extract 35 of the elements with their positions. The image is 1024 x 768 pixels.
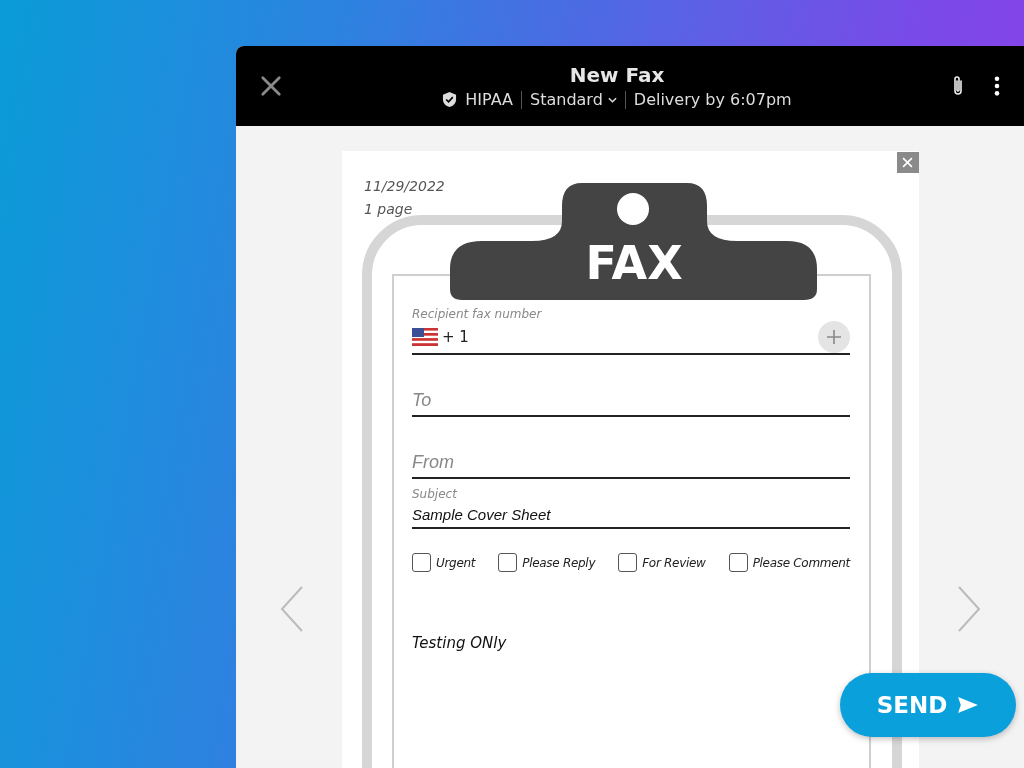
fax-title: FAX — [585, 236, 683, 290]
page-count: 1 page — [364, 200, 413, 219]
option-label: Urgent — [436, 555, 476, 570]
close-icon[interactable] — [260, 75, 282, 97]
flag-icon — [412, 328, 438, 346]
close-icon — [902, 157, 913, 168]
text-field[interactable]: From — [412, 447, 850, 479]
checkbox[interactable] — [498, 553, 518, 572]
remove-cover-button[interactable] — [897, 152, 919, 173]
more-icon[interactable] — [994, 75, 1000, 97]
fax-number-field[interactable]: + 1 — [412, 321, 850, 355]
subject-field[interactable]: Sample Cover Sheet — [412, 501, 850, 529]
shield-check-icon — [442, 91, 458, 108]
message-text: Testing ONly — [412, 634, 508, 652]
delivery-time: Delivery by 6:07pm — [633, 90, 792, 109]
send-icon — [957, 696, 980, 714]
country-code: + 1 — [442, 328, 469, 346]
field-label: Recipient fax number — [412, 307, 543, 321]
option-label: Please Reply — [522, 555, 596, 570]
caret-icon — [607, 96, 617, 103]
plus-icon — [826, 329, 842, 345]
checkbox[interactable] — [618, 553, 638, 572]
add-recipient-button[interactable] — [818, 321, 850, 353]
quality-dropdown[interactable]: Standard — [530, 90, 617, 109]
option-label: For Review — [642, 555, 706, 570]
field-label: Subject — [412, 487, 459, 501]
option-label: Please Comment — [752, 555, 850, 570]
cover-date: 11/29/2022 — [364, 177, 445, 196]
security-label: HIPAA — [465, 90, 513, 109]
clip-hole-icon — [617, 193, 649, 225]
paperclip-icon[interactable] — [952, 74, 964, 98]
window-title: New Fax — [569, 63, 665, 87]
text-field[interactable]: To — [412, 385, 850, 417]
checkbox[interactable] — [728, 553, 748, 572]
checkbox[interactable] — [412, 553, 431, 572]
